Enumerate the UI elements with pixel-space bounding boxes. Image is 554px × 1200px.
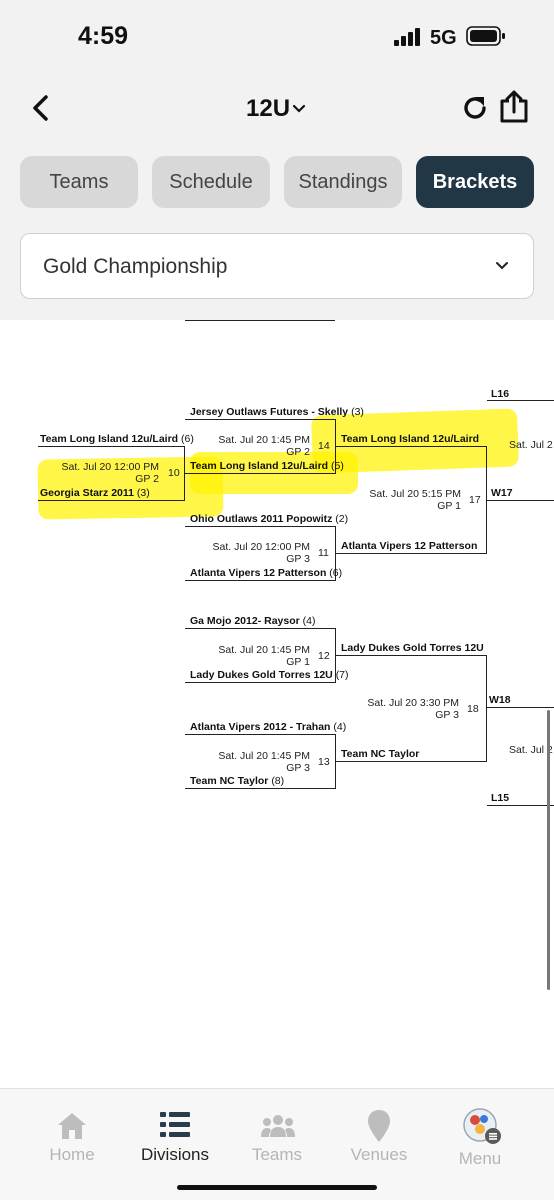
nav-label: Teams: [251, 1145, 303, 1164]
home-icon: [58, 1113, 86, 1139]
bracket-line: [185, 788, 335, 789]
bracket-line: [185, 734, 335, 735]
team-slot[interactable]: Ohio Outlaws 2011 Popowitz (2): [190, 513, 348, 525]
signal-icon: [394, 28, 422, 46]
team-slot[interactable]: Lady Dukes Gold Torres 12U: [341, 642, 484, 654]
team-slot[interactable]: Team Long Island 12u/Laird (5): [190, 460, 344, 472]
top-area: 4:59 5G 12U Teams Schedule Standings Bra…: [0, 0, 554, 320]
team-slot[interactable]: Team NC Taylor: [341, 748, 419, 760]
bracket-line: [38, 500, 184, 501]
bracket-line: [336, 655, 486, 656]
bracket-line: [336, 761, 486, 762]
status-bar: 4:59 5G: [0, 0, 554, 70]
game-number: 12: [318, 650, 330, 662]
list-icon: [160, 1112, 190, 1137]
tab-teams[interactable]: Teams: [20, 156, 138, 208]
loser-slot: L15: [491, 792, 510, 804]
network-type: 5G: [430, 27, 457, 49]
game-number: 14: [318, 440, 330, 452]
game-info: Sat. Jul 20 12:00 PM GP 2: [61, 461, 159, 485]
tab-standings[interactable]: Standings: [284, 156, 402, 208]
game-info: Sat. Jul 20 1:45 PM GP 1: [218, 644, 310, 668]
map-pin-icon: [368, 1110, 390, 1142]
division-select-value: Gold Championship: [43, 255, 228, 278]
team-slot[interactable]: Team NC Taylor (8): [190, 775, 284, 787]
bracket-line: [185, 419, 335, 420]
loser-slot: L16: [491, 388, 510, 400]
bottom-nav: Home Divisions Teams Venues Menu: [0, 1088, 554, 1200]
nav-divisions[interactable]: Divisions: [125, 1089, 225, 1169]
team-slot[interactable]: Georgia Starz 2011 (3): [40, 487, 150, 499]
game-info-cut: Sat. Jul 2: [509, 439, 553, 451]
nav-home[interactable]: Home: [22, 1089, 122, 1169]
share-icon[interactable]: [498, 90, 530, 124]
people-icon: [261, 1115, 295, 1137]
game-number: 11: [318, 547, 329, 559]
bracket-line: [487, 400, 554, 401]
team-slot[interactable]: Atlanta Vipers 2012 - Trahan (4): [190, 721, 346, 733]
bracket-line: [185, 682, 335, 683]
game-number: 17: [469, 494, 481, 506]
team-slot[interactable]: Atlanta Vipers 12 Patterson (6): [190, 567, 342, 579]
bracket-line: [38, 446, 184, 447]
scrollbar[interactable]: [547, 710, 550, 990]
bracket-line: [185, 320, 335, 321]
team-slot[interactable]: Team Long Island 12u/Laird: [341, 433, 479, 445]
bracket-line: [185, 580, 335, 581]
bracket-line: [487, 707, 554, 708]
battery-icon: [466, 26, 505, 46]
home-indicator: [177, 1185, 377, 1190]
team-slot[interactable]: Atlanta Vipers 12 Patterson: [341, 540, 477, 552]
winner-slot: W17: [491, 487, 513, 499]
bracket-line: [487, 805, 554, 806]
nav-teams[interactable]: Teams: [227, 1089, 327, 1169]
refresh-icon[interactable]: [460, 93, 490, 123]
game-info: Sat. Jul 20 1:45 PM GP 2: [218, 434, 310, 458]
bracket-line: [185, 628, 335, 629]
bracket-line: [185, 473, 335, 474]
nav-menu[interactable]: Menu: [430, 1089, 530, 1169]
bracket-view[interactable]: Team Long Island 12u/Laird (6) Georgia S…: [0, 320, 554, 1088]
winner-slot: W18: [489, 694, 511, 706]
team-slot[interactable]: Ga Mojo 2012- Raysor (4): [190, 615, 315, 627]
team-slot[interactable]: Jersey Outlaws Futures - Skelly (3): [190, 406, 364, 418]
bracket-line: [486, 655, 487, 762]
bracket-line: [336, 553, 486, 554]
bracket-line: [487, 500, 554, 501]
game-info: Sat. Jul 20 12:00 PM GP 3: [212, 541, 310, 565]
game-number: 10: [168, 467, 180, 479]
division-select[interactable]: Gold Championship: [20, 233, 534, 299]
nav-label: Home: [49, 1145, 95, 1164]
nav-label: Menu: [458, 1149, 502, 1168]
game-info: Sat. Jul 20 3:30 PM GP 3: [367, 697, 459, 721]
nav-label: Divisions: [140, 1145, 210, 1164]
bracket-line: [336, 446, 486, 447]
logo-menu-icon: [463, 1108, 501, 1144]
game-number: 13: [318, 756, 330, 768]
chevron-down-icon[interactable]: [292, 104, 306, 114]
tab-bar: Teams Schedule Standings Brackets: [0, 156, 554, 208]
game-number: 18: [467, 703, 479, 715]
team-slot[interactable]: Lady Dukes Gold Torres 12U (7): [190, 669, 349, 681]
status-time: 4:59: [78, 22, 129, 50]
nav-label: Venues: [350, 1145, 408, 1164]
nav-venues[interactable]: Venues: [329, 1089, 429, 1169]
game-info: Sat. Jul 20 5:15 PM GP 1: [369, 488, 461, 512]
page-title[interactable]: 12U: [246, 95, 290, 123]
tab-brackets[interactable]: Brackets: [416, 156, 534, 208]
team-slot[interactable]: Team Long Island 12u/Laird (6): [40, 433, 194, 445]
nav-bar: 12U: [0, 85, 554, 135]
back-icon[interactable]: [28, 93, 54, 123]
bracket-line: [185, 526, 335, 527]
game-info: Sat. Jul 20 1:45 PM GP 3: [218, 750, 310, 774]
tab-schedule[interactable]: Schedule: [152, 156, 270, 208]
chevron-down-icon: [496, 262, 508, 270]
